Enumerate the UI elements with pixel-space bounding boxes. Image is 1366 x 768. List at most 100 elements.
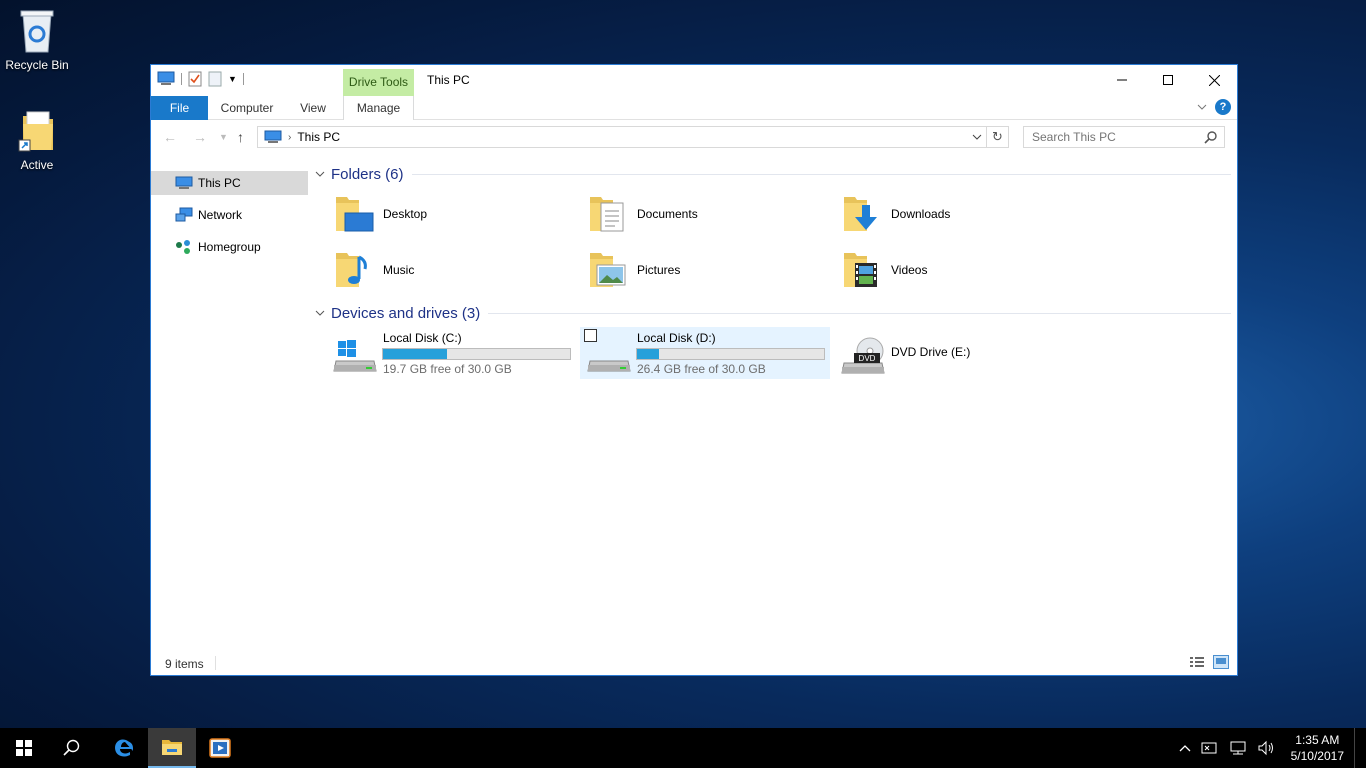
tab-file[interactable]: File (151, 96, 208, 120)
drive-free-space: 26.4 GB free of 30.0 GB (637, 362, 766, 376)
close-icon (1208, 74, 1220, 86)
desktop-icon-recycle-bin[interactable]: Recycle Bin (0, 8, 74, 72)
drive-name: Local Disk (D:) (637, 331, 716, 345)
folder-pictures[interactable]: Pictures (587, 245, 827, 295)
desktop-icon-label: Recycle Bin (5, 58, 69, 72)
title-bar[interactable]: ▼ Drive Tools This PC (151, 65, 1237, 96)
navigation-pane: This PC Network Homegroup (151, 161, 308, 651)
refresh-button[interactable]: ↻ (986, 127, 1008, 147)
dvd-drive-icon: DVD (841, 337, 885, 374)
drive-usage-fill (383, 349, 448, 359)
edge-browser-icon (115, 739, 133, 757)
folder-label: Music (383, 263, 415, 277)
system-tray: 1:35 AM 5/10/2017 (1179, 728, 1358, 768)
drives-group-header[interactable]: Devices and drives (3) (315, 304, 1231, 322)
drive-d[interactable]: Local Disk (D:) 26.4 GB free of 30.0 GB (580, 327, 830, 379)
minimize-icon (1117, 79, 1127, 81)
taskbar: 1:35 AM 5/10/2017 (0, 728, 1366, 768)
details-view-icon[interactable] (1189, 655, 1205, 669)
up-arrow-icon[interactable]: ↑ (237, 129, 244, 145)
folder-documents[interactable]: Documents (587, 189, 827, 239)
folder-videos[interactable]: Videos (841, 245, 1081, 295)
clock[interactable]: 1:35 AM 5/10/2017 (1291, 732, 1344, 764)
show-desktop-button[interactable] (1354, 728, 1358, 768)
input-indicator-icon[interactable] (1201, 741, 1219, 755)
folders-group-header[interactable]: Folders (6) (315, 165, 1231, 183)
breadcrumb: › This PC (264, 130, 340, 144)
drive-e[interactable]: DVD DVD Drive (E:) (834, 327, 1084, 379)
nav-item-label: Homegroup (198, 240, 261, 254)
status-item-count: 9 items (165, 657, 204, 671)
desktop-folder-icon (336, 197, 374, 232)
drive-c[interactable]: Local Disk (C:) 19.7 GB free of 30.0 GB (326, 327, 576, 379)
new-folder-icon[interactable] (208, 71, 222, 87)
minimize-button[interactable] (1099, 65, 1145, 95)
recycle-bin-icon (20, 10, 54, 53)
address-dropdown-icon[interactable] (972, 130, 982, 144)
address-bar[interactable]: › This PC ↻ (257, 126, 1009, 148)
content-area: Folders (6) Desktop Documents Downloads … (315, 157, 1231, 657)
start-button[interactable] (0, 728, 48, 768)
separator (181, 73, 182, 85)
folder-label: Documents (637, 207, 698, 221)
nav-item-label: This PC (198, 176, 241, 190)
computer-icon[interactable] (157, 71, 175, 87)
view-buttons (1189, 655, 1229, 669)
search-icon (1204, 131, 1217, 144)
group-header-label: Devices and drives (3) (331, 304, 481, 322)
address-row: ← → ▼ ↑ › This PC ↻ (151, 121, 1237, 153)
volume-icon[interactable] (1257, 740, 1275, 756)
search-button[interactable] (48, 728, 96, 768)
large-icons-view-icon[interactable] (1213, 655, 1229, 669)
help-icon[interactable]: ? (1215, 99, 1231, 115)
search-input[interactable] (1032, 130, 1202, 144)
music-folder-icon (336, 253, 367, 287)
taskbar-media-player-button[interactable] (196, 728, 244, 768)
maximize-button[interactable] (1145, 65, 1191, 95)
chevron-up-icon[interactable] (1179, 744, 1191, 752)
chevron-down-icon[interactable]: ▼ (228, 74, 237, 84)
folder-desktop[interactable]: Desktop (333, 189, 573, 239)
ribbon-tabs: File Computer View Manage ? (151, 96, 1237, 120)
drive-name: Local Disk (C:) (383, 331, 462, 345)
network-icon (175, 207, 193, 222)
nav-item-network[interactable]: Network (151, 203, 308, 227)
nav-item-homegroup[interactable]: Homegroup (151, 235, 308, 259)
windows-drive-icon (333, 340, 377, 372)
close-button[interactable] (1191, 65, 1237, 95)
folder-music[interactable]: Music (333, 245, 573, 295)
window-title: This PC (427, 73, 470, 87)
taskbar-edge-button[interactable] (100, 728, 148, 768)
tab-manage[interactable]: Manage (343, 96, 414, 120)
divider (215, 656, 216, 670)
desktop-icon-label: Active (20, 158, 54, 172)
nav-item-this-pc[interactable]: This PC (151, 171, 308, 195)
breadcrumb-item[interactable]: This PC (297, 130, 340, 144)
network-tray-icon[interactable] (1229, 740, 1247, 756)
taskbar-file-explorer-button[interactable] (148, 728, 196, 768)
properties-icon[interactable] (188, 71, 202, 87)
window-controls (1099, 65, 1237, 95)
folder-label: Pictures (637, 263, 681, 277)
drive-name: DVD Drive (E:) (891, 345, 971, 359)
tab-computer[interactable]: Computer (213, 96, 281, 120)
desktop-icon-active[interactable]: Active (0, 108, 74, 172)
folder-downloads[interactable]: Downloads (841, 189, 1081, 239)
search-box[interactable] (1023, 126, 1225, 148)
forward-arrow-icon[interactable]: → (193, 129, 207, 145)
recent-locations-chevron-icon[interactable]: ▼ (219, 132, 228, 142)
computer-icon (264, 130, 282, 143)
breadcrumb-separator-icon[interactable]: › (288, 132, 291, 143)
divider (411, 173, 1231, 175)
group-header-label: Folders (6) (331, 165, 404, 183)
expand-ribbon-icon[interactable] (1197, 103, 1207, 111)
chevron-down-icon (315, 171, 325, 177)
chevron-down-icon (315, 310, 325, 316)
documents-folder-icon (590, 197, 624, 232)
back-arrow-icon[interactable]: ← (163, 129, 177, 145)
windows-logo-icon (16, 740, 32, 756)
file-explorer-icon (162, 740, 182, 755)
folder-label: Downloads (891, 207, 951, 221)
tab-view[interactable]: View (287, 96, 339, 120)
folder-label: Desktop (383, 207, 428, 221)
